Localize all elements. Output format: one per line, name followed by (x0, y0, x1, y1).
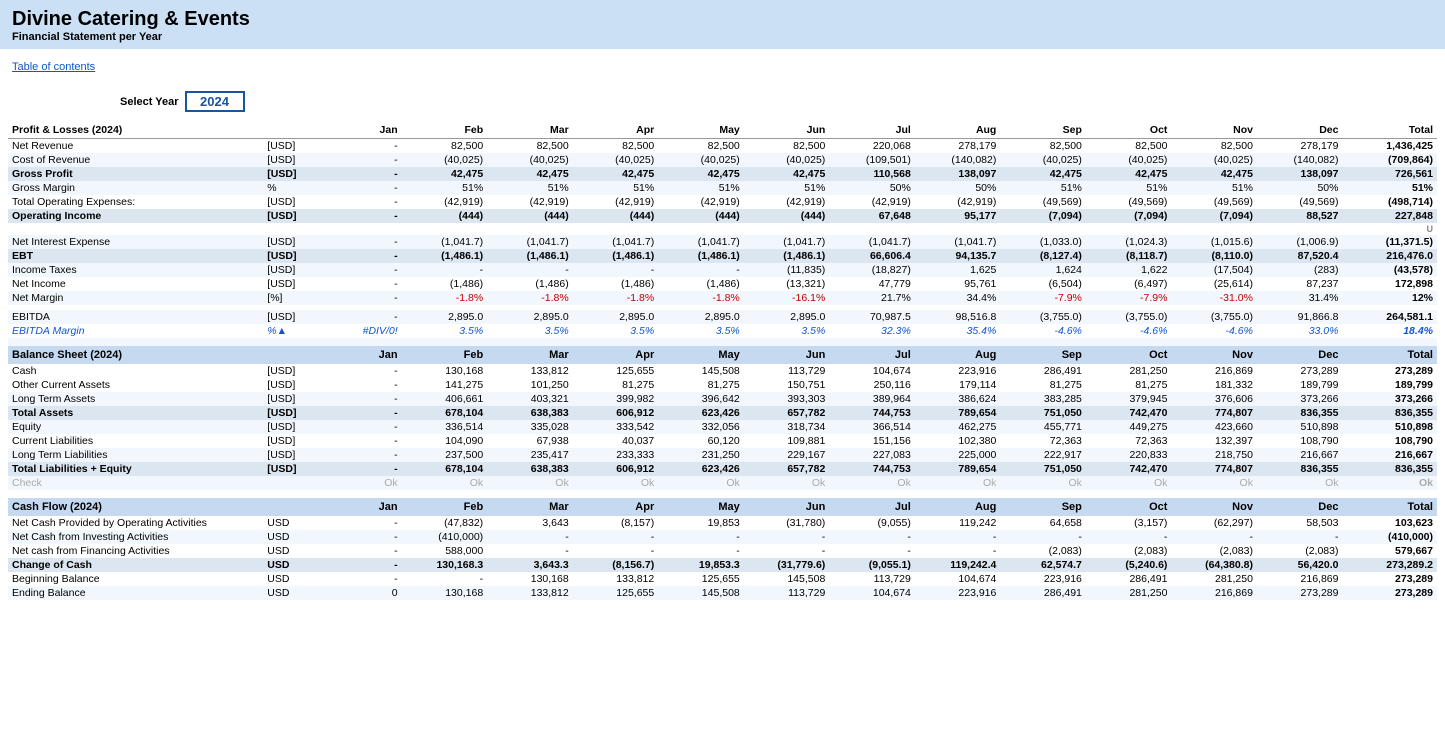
pnl-gross-profit: Gross Profit [USD] - 42,475 42,475 42,47… (8, 167, 1437, 181)
pnl-total-opex: Total Operating Expenses: [USD] - (42,91… (8, 195, 1437, 209)
pnl-gross-margin: Gross Margin % - 51% 51% 51% 51% 51% 50%… (8, 181, 1437, 195)
cf-investing: Net Cash from Investing Activities USD -… (8, 530, 1437, 544)
bs-total-liab-equity: Total Liabilities + Equity [USD] - 678,1… (8, 462, 1437, 476)
cf-section-header: Cash Flow (2024) Jan Feb Mar Apr May Jun… (8, 498, 1437, 516)
bs-current-liabilities: Current Liabilities [USD] - 104,090 67,9… (8, 434, 1437, 448)
cf-beginning-balance: Beginning Balance USD - - 130,168 133,81… (8, 572, 1437, 586)
header-section: Divine Catering & Events Financial State… (0, 0, 1445, 49)
cf-change-of-cash: Change of Cash USD - 130,168.3 3,643.3 (… (8, 558, 1437, 572)
select-year-label: Select Year (120, 96, 179, 108)
company-title: Divine Catering & Events (12, 8, 1433, 31)
pnl-income-taxes: Income Taxes [USD] - - - - - (11,835) (1… (8, 263, 1437, 277)
cf-ending-balance: Ending Balance USD 0 130,168 133,812 125… (8, 586, 1437, 600)
pnl-operating-income: Operating Income [USD] - (444) (444) (44… (8, 209, 1437, 223)
section-spacer-2 (8, 490, 1437, 498)
financial-table: Profit & Losses (2024) Jan Feb Mar Apr M… (8, 122, 1437, 600)
pnl-u-row: U (8, 223, 1437, 235)
pnl-ebitda-margin: EBITDA Margin %▲ #DIV/0! 3.5% 3.5% 3.5% … (8, 324, 1437, 338)
pnl-ebitda: EBITDA [USD] - 2,895.0 2,895.0 2,895.0 2… (8, 310, 1437, 324)
toc-link[interactable]: Table of contents (12, 61, 95, 73)
bs-equity: Equity [USD] - 336,514 335,028 333,542 3… (8, 420, 1437, 434)
year-input[interactable] (185, 91, 245, 112)
bs-long-term-liabilities: Long Term Liabilities [USD] - 237,500 23… (8, 448, 1437, 462)
section-spacer-1 (8, 338, 1437, 346)
bs-cash: Cash [USD] - 130,168 133,812 125,655 145… (8, 364, 1437, 378)
pnl-net-revenue: Net Revenue [USD] - 82,500 82,500 82,500… (8, 139, 1437, 154)
subtitle: Financial Statement per Year (12, 31, 1433, 43)
balance-section-header: Balance Sheet (2024) Jan Feb Mar Apr May… (8, 346, 1437, 364)
bs-long-term-assets: Long Term Assets [USD] - 406,661 403,321… (8, 392, 1437, 406)
pnl-ebt: EBT [USD] - (1,486.1) (1,486.1) (1,486.1… (8, 249, 1437, 263)
pnl-header-row: Profit & Losses (2024) Jan Feb Mar Apr M… (8, 122, 1437, 139)
cf-operating: Net Cash Provided by Operating Activitie… (8, 516, 1437, 530)
pnl-section-header: Profit & Losses (2024) (8, 122, 263, 139)
pnl-net-margin: Net Margin [%] - -1.8% -1.8% -1.8% -1.8%… (8, 291, 1437, 305)
cf-financing: Net cash from Financing Activities USD -… (8, 544, 1437, 558)
select-year-row: Select Year (120, 91, 1445, 112)
pnl-net-income: Net Income [USD] - (1,486) (1,486) (1,48… (8, 277, 1437, 291)
main-content: Profit & Losses (2024) Jan Feb Mar Apr M… (0, 118, 1445, 604)
bs-total-assets: Total Assets [USD] - 678,104 638,383 606… (8, 406, 1437, 420)
toc-area: Table of contents (0, 49, 1445, 83)
bs-check: Check Ok Ok Ok Ok Ok Ok Ok Ok Ok Ok Ok O… (8, 476, 1437, 490)
bs-other-current: Other Current Assets [USD] - 141,275 101… (8, 378, 1437, 392)
pnl-cost-of-revenue: Cost of Revenue [USD] - (40,025) (40,025… (8, 153, 1437, 167)
pnl-net-interest: Net Interest Expense [USD] - (1,041.7) (… (8, 235, 1437, 249)
